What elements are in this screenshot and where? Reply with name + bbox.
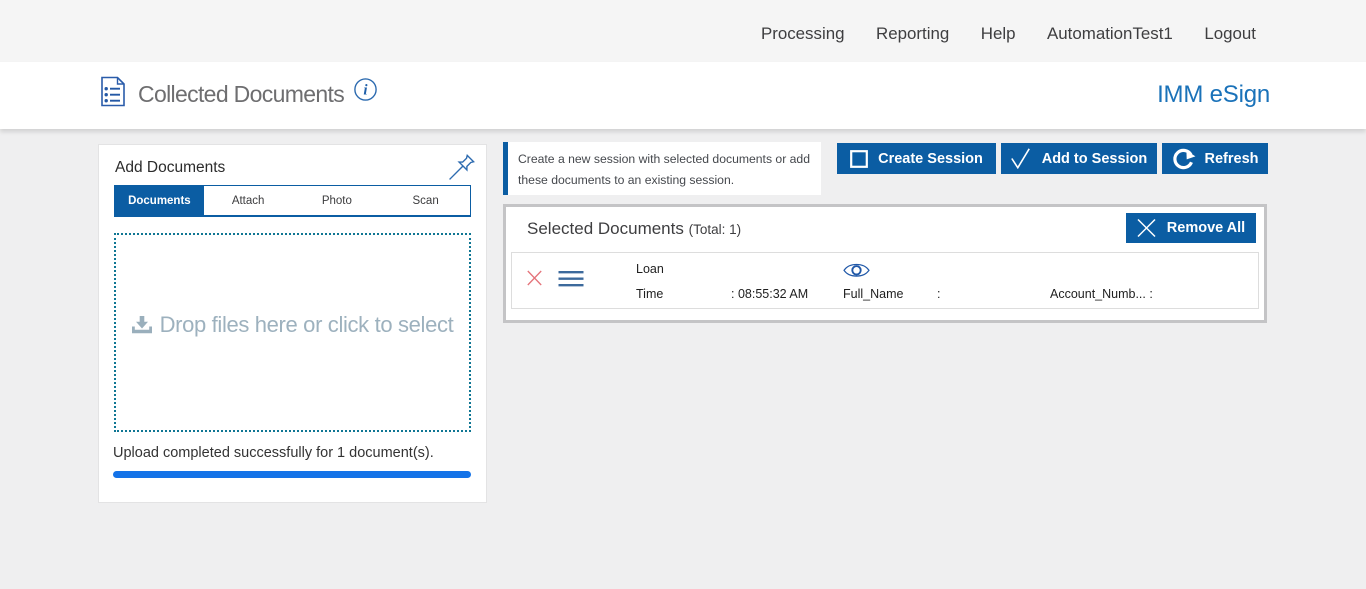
svg-text:i: i [363, 83, 368, 99]
